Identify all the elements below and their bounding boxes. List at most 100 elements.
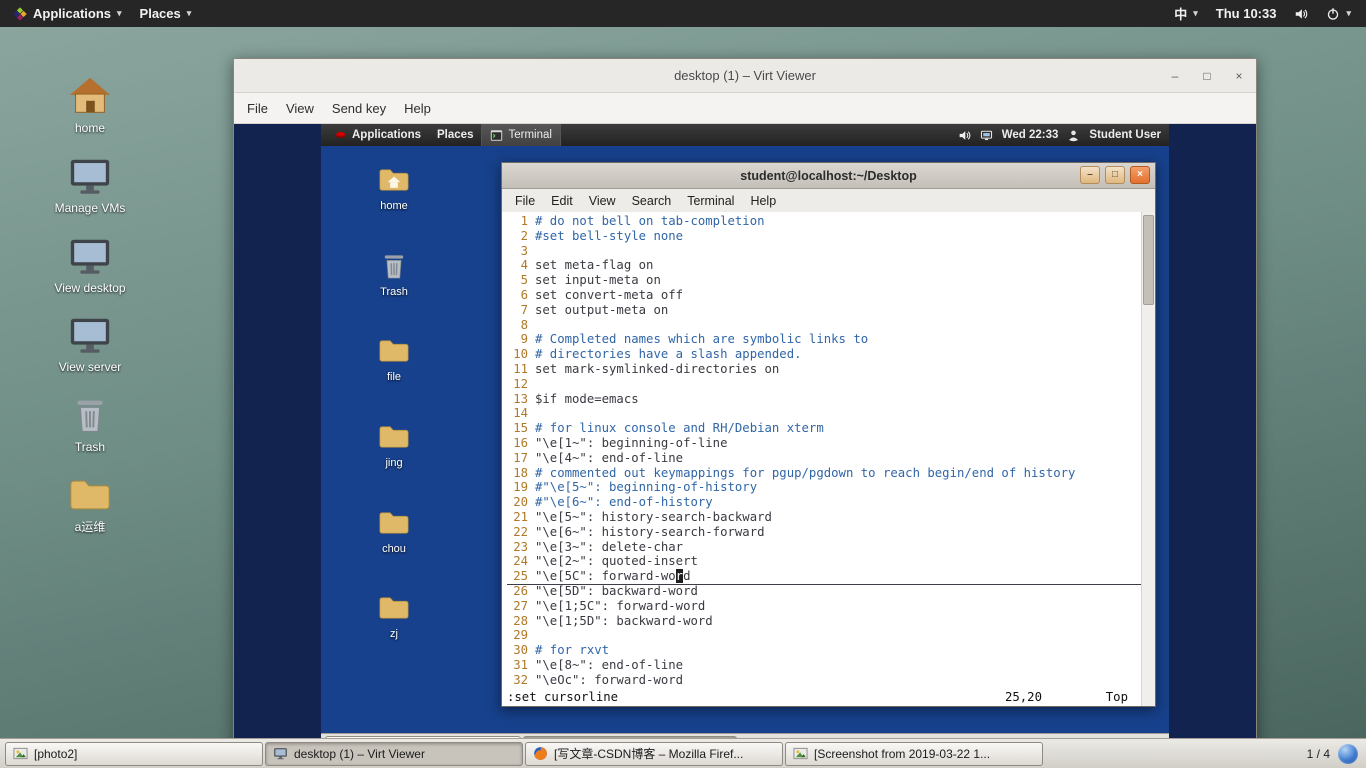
line-number: 12 (507, 377, 528, 392)
monitor-icon (67, 312, 113, 358)
editor-line-25: 25"\e[5C": forward-word (507, 569, 1142, 585)
desktop-icon-jing[interactable]: jing (361, 420, 427, 470)
host-clock[interactable]: Thu 10:33 (1207, 0, 1286, 27)
desktop-icon-trash[interactable]: Trash (46, 392, 134, 455)
minimize-icon[interactable]: – (1080, 166, 1100, 184)
desktop-icon-chou[interactable]: chou (361, 506, 427, 556)
line-number: 9 (507, 332, 528, 347)
host-panel-right: 中 ▾ Thu 10:33 ▾ (1165, 0, 1366, 27)
taskbar-window-desktop-1-virt-viewer[interactable]: desktop (1) – Virt Viewer (265, 742, 523, 766)
taskbar-window-screenshot-from-2019-03-22-1[interactable]: [Screenshot from 2019-03-22 1... (785, 742, 1043, 766)
close-icon[interactable]: × (1232, 69, 1246, 83)
vm-places-menu[interactable]: Places (429, 124, 481, 146)
speaker-icon[interactable] (958, 129, 971, 142)
line-number: 10 (507, 347, 528, 362)
line-number: 15 (507, 421, 528, 436)
line-number: 32 (507, 673, 528, 688)
editor-line-30: 30# for rxvt (507, 643, 1142, 658)
terminal-menu-view[interactable]: View (581, 194, 624, 208)
editor-line-31: 31"\e[8~": end-of-line (507, 658, 1142, 673)
viewer-menubar: FileViewSend keyHelp (234, 93, 1256, 124)
line-number: 13 (507, 392, 528, 407)
line-number: 7 (507, 303, 528, 318)
editor-line-10: 10# directories have a slash appended. (507, 347, 1142, 362)
viewer-menu-file[interactable]: File (238, 93, 277, 123)
host-desktop[interactable]: home Manage VMs View desktop View server Tra… (0, 27, 1366, 738)
viewer-titlebar[interactable]: desktop (1) – Virt Viewer – □ × (234, 59, 1256, 93)
scrollbar-thumb[interactable] (1143, 215, 1154, 305)
maximize-icon[interactable]: □ (1105, 166, 1125, 184)
workspace-ball-icon[interactable] (1338, 744, 1358, 764)
power-menu[interactable]: ▾ (1317, 0, 1360, 27)
vim-cursor: r (676, 569, 683, 583)
power-icon (1326, 7, 1340, 21)
desktop-icon-label: zj (390, 628, 398, 641)
desktop-icon-zj[interactable]: zj (361, 591, 427, 641)
terminal-titlebar[interactable]: student@localhost:~/Desktop – □ × (502, 163, 1155, 189)
places-menu[interactable]: Places ▾ (131, 0, 201, 27)
terminal-window: student@localhost:~/Desktop – □ × FileEd… (501, 162, 1156, 707)
terminal-window-title: student@localhost:~/Desktop (740, 169, 916, 183)
viewer-menu-help[interactable]: Help (395, 93, 440, 123)
taskbar-window-photo2[interactable]: [photo2] (5, 742, 263, 766)
desktop-icon-view-server[interactable]: View server (46, 312, 134, 375)
close-icon[interactable]: × (1130, 166, 1150, 184)
viewer-menu-view[interactable]: View (277, 93, 323, 123)
vm-desktop[interactable]: home Trash file jing chou zj student@localhos… (321, 146, 1169, 733)
line-number: 28 (507, 614, 528, 629)
desktop-icon-label: jing (385, 457, 402, 470)
desktop-icon-label: Trash (380, 286, 408, 299)
folder-icon (67, 472, 113, 518)
vm-panel-right: Wed 22:33 Student User (958, 124, 1169, 146)
vm-display-area[interactable]: Applications Places Terminal Wed (234, 124, 1256, 757)
vm-clock[interactable]: Wed 22:33 (1002, 129, 1059, 141)
terminal-scrollbar[interactable] (1141, 212, 1155, 706)
desktop-icon-view-desktop[interactable]: View desktop (46, 233, 134, 296)
terminal-menu-edit[interactable]: Edit (543, 194, 581, 208)
editor-line-13: 13$if mode=emacs (507, 392, 1142, 407)
maximize-icon[interactable]: □ (1200, 69, 1214, 83)
desktop-icon-a[interactable]: a运维 (46, 472, 134, 535)
display-icon[interactable] (980, 129, 993, 142)
desktop-icon-trash[interactable]: Trash (361, 249, 427, 299)
line-number: 4 (507, 258, 528, 273)
vm-applications-menu[interactable]: Applications (326, 124, 429, 146)
desktop-icon-file[interactable]: file (361, 334, 427, 384)
line-number: 31 (507, 658, 528, 673)
editor-line-12: 12 (507, 377, 1142, 392)
image-icon (13, 746, 28, 761)
taskbar-window-label: desktop (1) – Virt Viewer (294, 747, 425, 761)
editor-line-28: 28"\e[1;5D": backward-word (507, 614, 1142, 629)
terminal-menu-terminal[interactable]: Terminal (679, 194, 742, 208)
editor-line-32: 32"\eOc": forward-word (507, 673, 1142, 688)
taskbar-window-csdn-mozilla-firef[interactable]: [写文章-CSDN博客 – Mozilla Firef... (525, 742, 783, 766)
host-workspace-indicator[interactable]: 1 / 4 (1307, 747, 1330, 761)
line-number: 19 (507, 480, 528, 495)
desktop-icon-manage-vms[interactable]: Manage VMs (46, 153, 134, 216)
terminal-menu-help[interactable]: Help (742, 194, 784, 208)
host-taskbar: [photo2] desktop (1) – Virt Viewer [写文章-CS… (0, 738, 1366, 768)
vm-user-menu[interactable]: Student User (1089, 129, 1161, 141)
terminal-menu-file[interactable]: File (507, 194, 543, 208)
editor-line-6: 6set convert-meta off (507, 288, 1142, 303)
trash-icon (67, 392, 113, 438)
input-method-menu[interactable]: 中 ▾ (1165, 0, 1207, 27)
desktop-icon-home[interactable]: home (46, 73, 134, 136)
line-number: 30 (507, 643, 528, 658)
vm-screen[interactable]: Applications Places Terminal Wed (321, 124, 1169, 757)
editor-line-19: 19#"\e[5~": beginning-of-history (507, 480, 1142, 495)
viewer-menu-send-key[interactable]: Send key (323, 93, 395, 123)
line-number: 3 (507, 244, 528, 259)
minimize-icon[interactable]: – (1168, 69, 1182, 83)
desktop-icon-home[interactable]: home (361, 163, 427, 213)
applications-menu[interactable]: Applications ▾ (4, 0, 131, 27)
vm-terminal-app-menu[interactable]: Terminal (481, 124, 560, 146)
line-number: 18 (507, 466, 528, 481)
house-icon (67, 73, 113, 119)
folder-icon (377, 420, 411, 454)
volume-menu[interactable] (1285, 0, 1317, 27)
terminal-content[interactable]: 1# do not bell on tab-completion2#set be… (502, 212, 1155, 706)
terminal-menu-search[interactable]: Search (624, 194, 680, 208)
editor-line-27: 27"\e[1;5C": forward-word (507, 599, 1142, 614)
editor-line-2: 2#set bell-style none (507, 229, 1142, 244)
